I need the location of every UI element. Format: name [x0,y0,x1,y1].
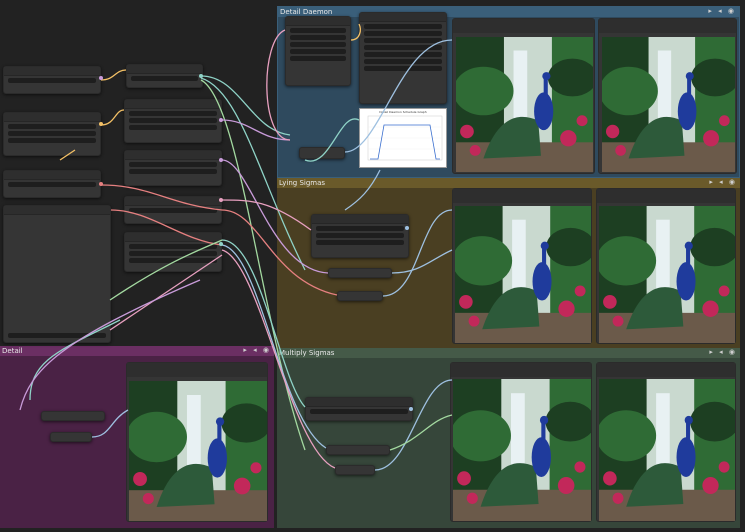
group-controls[interactable]: ▸ ◂ ◉ [709,178,737,186]
peacock-image [129,381,267,521]
node-latent[interactable] [124,232,222,272]
image-preview-detail-daemon-2[interactable] [598,18,737,174]
group-controls[interactable]: ▸ ◂ ◉ [243,346,271,354]
group-header[interactable] [277,178,740,188]
node-scheduler[interactable] [124,150,222,186]
node-multiply-sigmas[interactable] [305,397,413,421]
port-dot[interactable] [99,122,103,126]
node-loader-3[interactable] [3,170,101,198]
group-title: Detail [2,347,23,355]
image-preview-detail-group[interactable] [126,362,268,522]
peacock-image [456,37,593,172]
image-preview-multiply-2[interactable] [596,362,736,522]
peacock-image [455,206,591,343]
port-dot[interactable] [405,226,409,230]
node-detail-daemon-settings[interactable] [359,12,447,104]
node-multiply-small-2[interactable] [335,465,375,475]
image-preview-detail-daemon-1[interactable] [452,18,595,174]
node-detail-daemon-sampler[interactable] [285,16,351,86]
peacock-image [602,37,735,172]
peacock-image [453,379,591,521]
port-dot[interactable] [199,74,203,78]
node-lying-small-2[interactable] [337,291,383,301]
node-detail-small-1[interactable] [41,411,105,421]
group-title: Detail Daemon [280,8,333,16]
group-controls[interactable]: ▸ ◂ ◉ [708,7,736,15]
node-lying-small-1[interactable] [328,268,392,278]
port-dot[interactable] [219,242,223,246]
node-sampler-settings[interactable] [124,99,222,143]
peacock-image [599,206,735,343]
node-detail-small-2[interactable] [50,432,92,442]
graph-plot [367,115,443,161]
node-model-select[interactable] [126,64,203,88]
group-controls[interactable]: ▸ ◂ ◉ [709,348,737,356]
port-dot[interactable] [99,76,103,80]
port-dot[interactable] [219,158,223,162]
group-title: Multiply Sigmas [279,349,335,357]
node-lying-sigma-sampler[interactable] [311,214,409,258]
group-header[interactable] [277,348,740,358]
node-loader-2[interactable] [3,112,101,156]
node-sampler-small[interactable] [299,147,345,159]
port-dot[interactable] [99,182,103,186]
image-preview-multiply-1[interactable] [450,362,592,522]
image-preview-lying-2[interactable] [596,188,736,344]
node-guider[interactable] [124,196,222,224]
port-dot[interactable] [219,118,223,122]
wire [100,109,125,126]
node-loader-1[interactable] [3,66,101,94]
node-graph-canvas[interactable]: Detail Daemon ▸ ◂ ◉ Lying Sigmas ▸ ◂ ◉ D… [0,0,745,532]
peacock-image [599,379,735,521]
node-multiply-small-1[interactable] [326,445,390,455]
port-dot[interactable] [409,407,413,411]
image-preview-lying-1[interactable] [452,188,592,344]
wire [100,69,127,81]
port-dot[interactable] [219,198,223,202]
node-prompt-text[interactable] [3,205,111,343]
group-header[interactable] [0,346,274,356]
schedule-graph: Detail Daemon Schedule Graph [359,108,447,168]
group-title: Lying Sigmas [279,179,326,187]
